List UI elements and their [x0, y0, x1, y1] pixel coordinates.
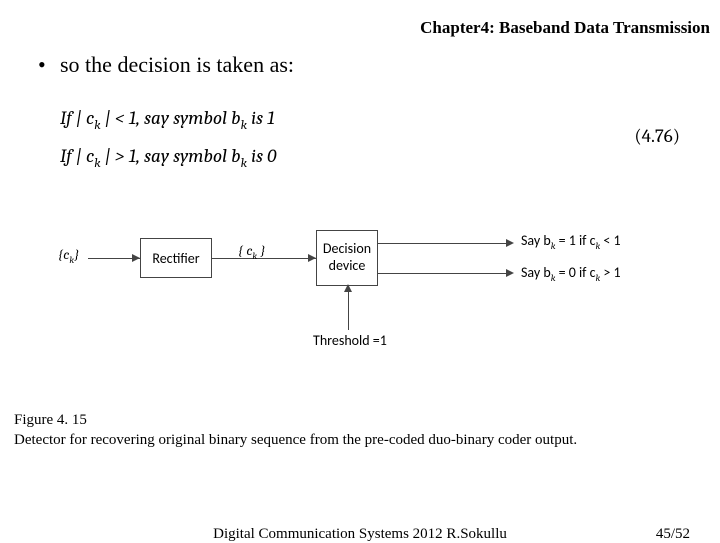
eq1-suf: is 1	[247, 107, 275, 129]
equation-number: (4.76)	[634, 118, 680, 154]
lbl-mid-close: }	[257, 242, 265, 259]
decision-label: Decision device	[323, 241, 371, 275]
figure-number: Figure 4. 15	[14, 410, 710, 430]
arrow-icon	[132, 254, 140, 262]
figure-caption: Figure 4. 15 Detector for recovering ori…	[14, 410, 710, 451]
equation-block: If | ck | < 1, say symbol bk is 1 If | c…	[60, 100, 680, 177]
equation-line-1: If | ck | < 1, say symbol bk is 1	[60, 100, 680, 138]
eq1-mid: | < 1, say symbol b	[101, 107, 241, 129]
wire-out-top	[378, 243, 512, 244]
bullet-dot: •	[38, 52, 60, 78]
eq2-suf: is 0	[247, 145, 277, 167]
output-rule-bottom: Say bk = 0 if ck > 1	[521, 264, 621, 284]
out2-post: > 1	[600, 264, 620, 281]
eq2-pre: If | c	[60, 145, 94, 167]
eq1-pre: If | c	[60, 107, 94, 129]
rectifier-block: Rectifier	[140, 238, 212, 278]
bullet-text: so the decision is taken as:	[60, 52, 294, 77]
arrow-icon	[506, 239, 514, 247]
out2-pre: Say b	[521, 264, 551, 281]
lbl-mid-open: { c	[238, 242, 252, 259]
bullet-line: •so the decision is taken as:	[38, 52, 294, 78]
out2-mid: = 0 if c	[555, 264, 595, 281]
input-signal-label: {ck}	[58, 246, 79, 266]
chapter-header: Chapter4: Baseband Data Transmission	[420, 18, 710, 38]
out1-mid: = 1 if c	[555, 232, 595, 249]
footer-page-number: 45/52	[656, 526, 690, 543]
output-rule-top: Say bk = 1 if ck < 1	[521, 232, 621, 252]
equation-line-2: If | ck | > 1, say symbol bk is 0	[60, 138, 680, 176]
lbl-in-close: }	[74, 246, 79, 263]
block-diagram: Rectifier Decision device {ck} { ck } Sa…	[58, 210, 653, 350]
arrow-icon	[308, 254, 316, 262]
mid-signal-label: { ck }	[238, 242, 265, 262]
out1-pre: Say b	[521, 232, 551, 249]
wire-out-bottom	[378, 273, 512, 274]
out1-post: < 1	[600, 232, 620, 249]
wire-threshold	[348, 286, 349, 330]
rectifier-label: Rectifier	[152, 250, 199, 267]
figure-text: Detector for recovering original binary …	[14, 432, 577, 448]
eq2-mid: | > 1, say symbol b	[101, 145, 241, 167]
decision-device-block: Decision device	[316, 230, 378, 286]
threshold-label: Threshold =1	[313, 332, 387, 349]
footer-center-text: Digital Communication Systems 2012 R.Sok…	[0, 526, 720, 543]
lbl-in-open: {c	[58, 246, 69, 263]
arrow-icon	[506, 269, 514, 277]
